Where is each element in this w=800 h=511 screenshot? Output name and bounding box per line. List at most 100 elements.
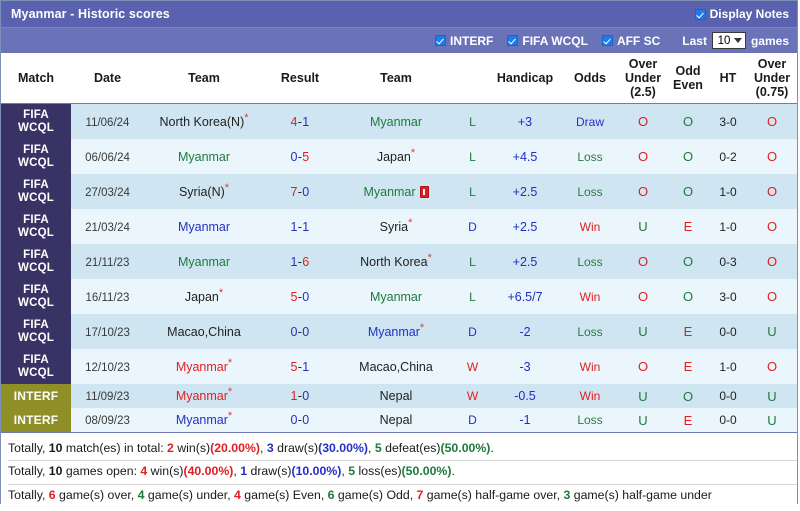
result-cell[interactable]: 0-0 [264, 314, 336, 349]
home-team-cell[interactable]: Myanmar [144, 244, 264, 279]
n1-p8: . [490, 441, 494, 455]
handicap-cell: +4.5 [489, 139, 561, 174]
handicap-value: +6.5/7 [507, 289, 543, 304]
result-cell[interactable]: 5-0 [264, 279, 336, 314]
fifa-wcql-checkbox[interactable] [507, 35, 519, 46]
col-team-home[interactable]: Team [144, 53, 264, 104]
result-cell[interactable]: 1-0 [264, 384, 336, 408]
half-time-score: 0-0 [719, 389, 737, 403]
table-row[interactable]: FIFA WCQL 16/11/23 Japan* 5-0 Myanmar L +6.5/7 W… [1, 279, 797, 314]
filter-aff-sc[interactable]: AFF SC [601, 34, 660, 48]
display-notes-checkbox[interactable] [694, 8, 706, 20]
col-over-under-25[interactable]: Over Under (2.5) [619, 53, 667, 104]
match-date-cell: 08/09/23 [71, 408, 144, 432]
games-count-select[interactable]: 10 [711, 32, 746, 49]
away-team-cell[interactable]: Myanmar [336, 103, 456, 139]
result-cell[interactable]: 5-1 [264, 349, 336, 384]
result-cell[interactable]: 0-0 [264, 408, 336, 432]
odds-result: Win [579, 389, 601, 403]
handicap-value: +3 [517, 114, 533, 129]
col-over-under-075[interactable]: Over Under (0.75) [747, 53, 797, 104]
half-time-score: 1-0 [719, 219, 737, 234]
table-row[interactable]: FIFA WCQL 21/11/23 Myanmar 1-6 North Korea* L +… [1, 244, 797, 279]
result-cell[interactable]: 4-1 [264, 103, 336, 139]
home-team-cell[interactable]: Macao,China [144, 314, 264, 349]
result-away-score: 5 [302, 149, 310, 164]
table-row[interactable]: INTERF 08/09/23 Myanmar* 0-0 Nepal D -1 Loss U E 0… [1, 408, 797, 432]
match-date: 06/06/24 [85, 151, 130, 164]
away-team-cell[interactable]: Nepal [336, 384, 456, 408]
away-team-cell[interactable]: Nepal [336, 408, 456, 432]
home-team-cell[interactable]: North Korea(N)* [144, 103, 264, 139]
display-notes-label: Display Notes [709, 7, 789, 21]
page-title: Myanmar - Historic scores [11, 7, 170, 21]
result-cell[interactable]: 1-6 [264, 244, 336, 279]
home-team-cell[interactable]: Syria(N)* [144, 174, 264, 209]
result-home-score: 0 [290, 149, 298, 164]
home-team-cell[interactable]: Japan* [144, 279, 264, 314]
home-team-cell[interactable]: Myanmar* [144, 384, 264, 408]
away-team-cell[interactable]: Japan* [336, 139, 456, 174]
n3-p1: Totally, [8, 487, 49, 502]
away-team-cell[interactable]: Macao,China [336, 349, 456, 384]
match-type-line1: FIFA [23, 284, 49, 297]
odd-even-cell: O [667, 174, 709, 209]
col-handicap[interactable]: Handicap [489, 53, 561, 104]
away-team-cell[interactable]: Myanmar* [336, 314, 456, 349]
match-date-cell: 11/09/23 [71, 384, 144, 408]
note-line-2: Totally, 10 games open: 4 win(s)(40.00%)… [8, 460, 797, 483]
home-team-cell[interactable]: Myanmar [144, 209, 264, 244]
over-under-25-value: U [638, 412, 648, 428]
aff-sc-checkbox[interactable] [601, 35, 613, 46]
away-team-cell[interactable]: Syria* [336, 209, 456, 244]
table-row[interactable]: FIFA WCQL 17/10/23 Macao,China 0-0 Myanmar* D -… [1, 314, 797, 349]
home-team-cell[interactable]: Myanmar* [144, 349, 264, 384]
result-cell[interactable]: 0-5 [264, 139, 336, 174]
odd-even-cell: O [667, 244, 709, 279]
odds-cell: Draw [561, 103, 619, 139]
match-type-line1: FIFA [23, 109, 49, 122]
over-under-25-cell: O [619, 244, 667, 279]
match-date-cell: 27/03/24 [71, 174, 144, 209]
table-row[interactable]: FIFA WCQL 27/03/24 Syria(N)* 7-0 Myanmar L +2.5… [1, 174, 797, 209]
team-name: Syria [379, 219, 409, 234]
col-match[interactable]: Match [1, 53, 71, 104]
result-cell[interactable]: 1-1 [264, 209, 336, 244]
team-name: Myanmar [175, 389, 228, 403]
table-row[interactable]: INTERF 11/09/23 Myanmar* 1-0 Nepal W -0.5 Win U O… [1, 384, 797, 408]
odds-cell: Loss [561, 174, 619, 209]
n1-draws-pct: (30.00%) [318, 441, 369, 455]
oddeven-line1: Odd [675, 64, 701, 78]
half-time-cell: 0-0 [709, 314, 747, 349]
away-team-cell[interactable]: North Korea* [336, 244, 456, 279]
col-odds[interactable]: Odds [561, 53, 619, 104]
handicap-value: -3 [519, 359, 531, 374]
match-type-line1: INTERF [13, 388, 59, 403]
home-team-cell[interactable]: Myanmar [144, 139, 264, 174]
wdl-cell: D [456, 314, 489, 349]
filter-fifa-wcql[interactable]: FIFA WCQL [507, 34, 588, 48]
col-team-away[interactable]: Team [336, 53, 456, 104]
table-row[interactable]: FIFA WCQL 06/06/24 Myanmar 0-5 Japan* L +4.5 Los… [1, 139, 797, 174]
filter-interf[interactable]: INTERF [435, 34, 493, 48]
match-type-line1: FIFA [23, 214, 49, 227]
odds-result: Loss [577, 254, 603, 269]
wdl-cell: L [456, 174, 489, 209]
table-row[interactable]: FIFA WCQL 21/03/24 Myanmar 1-1 Syria* D +2.5 Win… [1, 209, 797, 244]
col-ht[interactable]: HT [709, 53, 747, 104]
col-odd-even[interactable]: Odd Even [667, 53, 709, 104]
team-name: Myanmar [175, 413, 228, 427]
away-team-cell[interactable]: Myanmar [336, 279, 456, 314]
col-date[interactable]: Date [71, 53, 144, 104]
n3-p4: game(s) Even, [240, 487, 328, 502]
match-type-cell: FIFA WCQL [1, 349, 71, 384]
away-team-cell[interactable]: Myanmar [336, 174, 456, 209]
result-cell[interactable]: 7-0 [264, 174, 336, 209]
team-name: Myanmar [367, 324, 420, 339]
home-team-cell[interactable]: Myanmar* [144, 408, 264, 432]
table-row[interactable]: FIFA WCQL 12/10/23 Myanmar* 5-1 Macao,China W -… [1, 349, 797, 384]
match-date-cell: 16/11/23 [71, 279, 144, 314]
col-result[interactable]: Result [264, 53, 336, 104]
interf-checkbox[interactable] [435, 35, 447, 46]
table-row[interactable]: FIFA WCQL 11/06/24 North Korea(N)* 4-1 Myanma… [1, 103, 797, 139]
